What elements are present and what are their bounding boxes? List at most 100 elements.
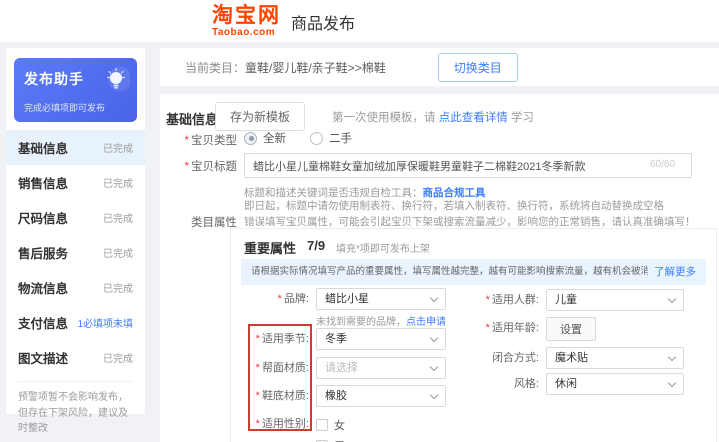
sidebar-item-status: 1必填项未填 xyxy=(77,315,133,330)
sole-material-label-text: 鞋底材质: xyxy=(262,390,309,402)
chevron-down-icon xyxy=(430,294,438,302)
sidebar-warning-note: 预警项暂不会影响发布，但存在下架风险，建议及时整改 xyxy=(18,381,133,437)
season-value: 冬季 xyxy=(325,333,347,345)
important-attrs-title: 重要属性 xyxy=(244,238,296,257)
sidebar-item-5[interactable]: 物流信息 已完成 xyxy=(6,270,145,305)
style-select[interactable]: 休闲 xyxy=(546,373,684,395)
age-label-text: 适用年龄: xyxy=(492,322,539,334)
required-mark: * xyxy=(256,418,260,430)
app-header: 淘宝网 Taobao.com 商品发布 xyxy=(0,0,719,42)
upper-material-select[interactable]: 请选择 xyxy=(316,357,446,379)
brand-label: *品牌: xyxy=(231,288,309,310)
closure-label: 闭合方式: xyxy=(459,347,539,369)
gender-option-male: 男 xyxy=(316,438,345,442)
publish-assistant-card: 发布助手 完成必填项即可发布 xyxy=(14,58,137,122)
item-title-input[interactable] xyxy=(244,153,692,178)
title-hint-2: 即日起，标题中请勿使用制表符、换行符，若填入制表符、换行符，系统将自动替换成空格 xyxy=(244,198,664,213)
important-attrs-panel: 重要属性 7/9 填充*项即可发布上架 请根据实际情况填写产品的重要属性，填写属… xyxy=(230,228,717,442)
template-hint: 第一次使用模板，请 点此查看详情 学习 xyxy=(332,109,534,125)
radio-secondhand[interactable] xyxy=(310,132,323,145)
template-hint-suffix: 学习 xyxy=(508,112,534,124)
chevron-down-icon xyxy=(430,334,438,342)
learn-more-link[interactable]: 了解更多 xyxy=(648,259,696,285)
sidebar-item-6[interactable]: 支付信息 1必填项未填 xyxy=(6,305,145,340)
chevron-down-icon xyxy=(668,353,676,361)
taobao-logo[interactable]: 淘宝网 Taobao.com xyxy=(212,5,281,38)
upper-material-label-text: 帮面材质: xyxy=(262,362,309,374)
item-type-radio-group: 全新 二手 xyxy=(244,130,376,146)
sidebar-item-status: 已完成 xyxy=(103,350,133,365)
gender-option-female: 女 xyxy=(316,417,345,433)
sidebar-item-7[interactable]: 图文描述 已完成 xyxy=(6,340,145,375)
sidebar-item-2[interactable]: 销售信息已完成 xyxy=(6,165,145,200)
title-char-counter: 60/60 xyxy=(650,159,675,170)
current-category-value: 童鞋/婴儿鞋/亲子鞋>>棉鞋 xyxy=(245,59,386,76)
chevron-down-icon xyxy=(668,379,676,387)
season-label: *适用季节: xyxy=(231,328,309,350)
sidebar-item-4[interactable]: 售后服务已完成 xyxy=(6,235,145,270)
radio-new[interactable] xyxy=(244,132,257,145)
important-attrs-banner: 请根据实际情况填写产品的重要属性，填写属性越完整，越有可能影响搜索流量，越有机会… xyxy=(241,259,706,285)
item-title-label: *宝贝标题 xyxy=(160,158,237,174)
important-attrs-subtitle: 填充*项即可发布上架 xyxy=(336,240,430,255)
sidebar-item-label: 图文描述 xyxy=(18,348,68,367)
item-title-label-text: 宝贝标题 xyxy=(191,161,237,173)
sidebar-item-label: 物流信息 xyxy=(18,278,68,297)
male-checkbox-label: 男 xyxy=(334,438,345,442)
sidebar-item-status: 已完成 xyxy=(103,210,133,225)
switch-category-button[interactable]: 切换类目 xyxy=(438,53,518,82)
style-value: 休闲 xyxy=(555,378,577,390)
category-bar: 当前类目： 童鞋/婴儿鞋/亲子鞋>>棉鞋 切换类目 xyxy=(160,48,719,86)
sidebar-item-3[interactable]: 尺码信息 已完成 xyxy=(6,200,145,235)
sidebar-item-status: 已完成 xyxy=(103,245,133,260)
required-mark: * xyxy=(185,161,189,173)
radio-new-label: 全新 xyxy=(263,130,286,146)
banner-text: 请根据实际情况填写产品的重要属性，填写属性越完整，越有可能影响搜索流量，越有机会… xyxy=(251,266,698,277)
radio-secondhand-label: 二手 xyxy=(329,130,352,146)
upper-material-label: *帮面材质: xyxy=(231,357,309,379)
chevron-down-icon xyxy=(430,391,438,399)
brand-label-text: 品牌: xyxy=(284,293,309,305)
female-checkbox[interactable] xyxy=(316,419,328,431)
brand-hint-text: 未找到需要的品牌， xyxy=(316,317,406,328)
category-attr-hint: 错误填写宝贝属性，可能会引起宝贝下架或搜索流量减少，影响您的正常销售，请认真准确… xyxy=(244,214,696,229)
basic-info-panel: 基础信息 存为新模板 第一次使用模板，请 点此查看详情 学习 *宝贝类型 全新 … xyxy=(160,94,719,442)
sidebar-item-1[interactable]: 基础信息已完成 xyxy=(6,130,145,165)
brand-hint: 未找到需要的品牌，点击申请 xyxy=(316,313,446,328)
season-label-text: 适用季节: xyxy=(262,333,309,345)
chevron-down-icon xyxy=(430,363,438,371)
crowd-label: *适用人群: xyxy=(459,289,539,311)
save-as-template-button[interactable]: 存为新模板 xyxy=(215,102,305,131)
sidebar-item-status: 已完成 xyxy=(103,280,133,295)
sidebar-item-label: 销售信息 xyxy=(18,173,68,192)
gender-label-text: 适用性别: xyxy=(262,418,309,430)
sidebar-item-label: 支付信息 xyxy=(18,313,68,332)
template-hint-prefix: 第一次使用模板，请 xyxy=(332,112,439,124)
required-mark: * xyxy=(278,293,282,305)
female-checkbox-label: 女 xyxy=(334,417,345,433)
brand-select[interactable]: 蜡比小星 xyxy=(316,288,446,310)
season-select[interactable]: 冬季 xyxy=(316,328,446,350)
sole-material-select[interactable]: 橡胶 xyxy=(316,385,446,407)
required-mark: * xyxy=(256,390,260,402)
crowd-label-text: 适用人群: xyxy=(492,294,539,306)
closure-value: 魔术贴 xyxy=(555,352,588,364)
sidebar-item-label: 基础信息 xyxy=(18,138,68,157)
age-label: *适用年龄: xyxy=(459,317,539,339)
style-label: 风格: xyxy=(459,373,539,395)
sidebar-item-label: 尺码信息 xyxy=(18,208,68,227)
item-type-label: *宝贝类型 xyxy=(160,132,237,148)
apply-brand-link[interactable]: 点击申请 xyxy=(406,317,446,328)
required-mark: * xyxy=(185,135,189,147)
current-category-label: 当前类目： xyxy=(185,59,245,76)
crowd-select[interactable]: 儿童 xyxy=(546,289,684,311)
assistant-subtitle: 完成必填项即可发布 xyxy=(24,101,127,114)
crowd-value: 儿童 xyxy=(555,294,577,306)
age-set-button[interactable]: 设置 xyxy=(546,317,596,341)
view-details-link[interactable]: 点此查看详情 xyxy=(439,112,508,124)
logo-en-text: Taobao.com xyxy=(212,28,275,38)
sidebar: 发布助手 完成必填项即可发布 基础信息已完成销售信息已完成尺码信息已完成售后服务… xyxy=(6,48,145,414)
item-type-label-text: 宝贝类型 xyxy=(191,135,237,147)
important-attrs-progress: 7/9 xyxy=(307,238,325,253)
closure-select[interactable]: 魔术贴 xyxy=(546,347,684,369)
